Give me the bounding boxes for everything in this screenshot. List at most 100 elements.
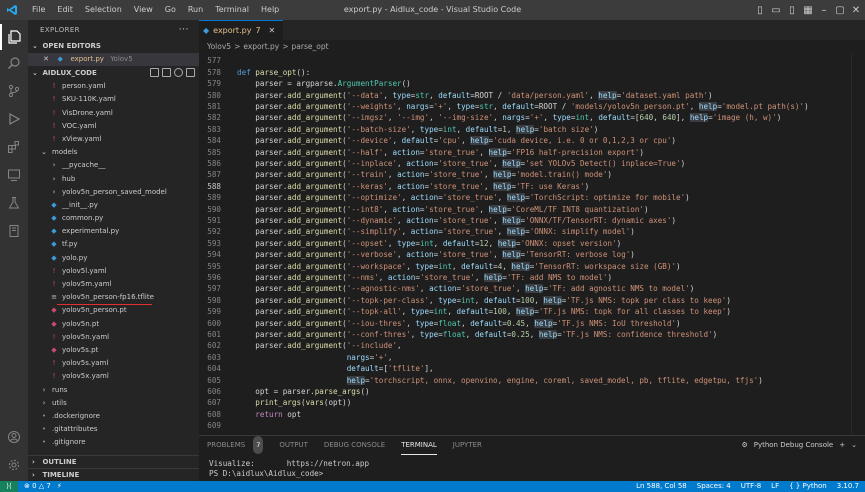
remote-indicator-icon[interactable]: ⟩⟨ [0,481,18,492]
tree-folder[interactable]: › utils [28,397,199,410]
tree-folder[interactable]: ⌄ models [28,146,199,159]
menu-item-go[interactable]: Go [159,0,182,20]
tree-file[interactable]: ◆ yolov5s.pt [28,344,199,357]
terminal-name[interactable]: Python Debug Console [754,441,834,449]
source-control-icon[interactable] [0,78,28,104]
settings-gear-icon[interactable] [0,452,28,478]
menu-item-selection[interactable]: Selection [79,0,128,20]
indentation[interactable]: Spaces: 4 [697,481,731,492]
open-editors-section[interactable]: ⌄ OPEN EDITORS [28,40,199,53]
code-line[interactable]: parser.add_argument('--topk-per-class', … [237,295,731,305]
tree-folder[interactable]: › __pycache__ [28,159,199,172]
tree-file[interactable]: ! yolov5m.yaml [28,278,199,291]
code-line[interactable]: parser.add_argument('--workspace', type=… [237,261,681,271]
panel-tab-problems[interactable]: PROBLEMS 7 [207,436,264,454]
tree-file[interactable]: ◆ __init__.py [28,199,199,212]
code-line[interactable]: print_args(vars(opt)) [237,398,351,407]
tree-folder[interactable]: › yolov5n_person_saved_model [28,186,199,199]
tree-file[interactable]: ◆ yolov5n.pt [28,318,199,331]
toggle-sidebar-icon[interactable]: ▯ [753,4,767,16]
layout-icon[interactable]: ▦ [801,4,815,16]
code-line[interactable]: parser.add_argument('--batch-size', type… [237,124,598,134]
code-line[interactable]: parser.add_argument('--simplify', action… [237,227,635,237]
code-line[interactable]: parser.add_argument('--agnostic-nms', ac… [237,284,694,294]
tree-file[interactable]: ! VisDrone.yaml [28,107,199,120]
tree-folder[interactable]: › runs [28,384,199,397]
code-line[interactable]: parser.add_argument('--nms', action='sto… [237,273,612,282]
tree-file[interactable]: ◆ common.py [28,212,199,225]
code-line[interactable]: parser.add_argument('--optimize', action… [237,193,690,203]
new-terminal-icon[interactable]: + [839,441,845,449]
code-line[interactable]: parser.add_argument('--weights', nargs='… [237,102,809,111]
breadcrumb-item[interactable]: export.py [243,42,279,51]
tree-file[interactable]: ! person.yaml [28,80,199,93]
toggle-panel-icon[interactable]: ▭ [769,4,783,16]
testing-icon[interactable] [0,190,28,216]
close-window-button[interactable]: ✕ [849,4,863,16]
code-line[interactable]: parser.add_argument('--iou-thres', type=… [237,318,681,328]
code-line[interactable]: return opt [237,410,301,419]
code-line[interactable]: parser.add_argument('--device', default=… [237,136,676,146]
tree-file[interactable]: ◆ yolo.py [28,252,199,265]
code-line[interactable]: default=['tflite'], [237,364,434,373]
menu-item-edit[interactable]: Edit [51,0,79,20]
open-editor-item[interactable]: ✕ ◆ export.py Yolov5 [28,53,199,67]
jupyter-icon[interactable] [0,218,28,244]
tab-export-py[interactable]: ◆ export.py 7 ✕ [199,20,284,41]
tree-file[interactable]: ≡ yolov5n_person-fp16.tflite [28,291,199,306]
terminal-output[interactable]: Visualize: https://netron.app PS D:\aidlu… [199,459,865,479]
code-line[interactable]: parser.add_argument('--train', action='s… [237,170,612,180]
extensions-icon[interactable] [0,134,28,160]
account-icon[interactable] [0,424,28,450]
tree-file[interactable]: • .dockerignore [28,410,199,423]
code-line[interactable]: parser.add_argument('--opset', type=int,… [237,238,621,248]
timeline-section[interactable]: › TIMELINE [28,468,199,481]
code-line[interactable]: opt = parser.parse_args() [237,387,369,396]
python-version[interactable]: 3.10.7 [837,481,859,492]
tree-file[interactable]: ◆ yolov5n_person.pt [28,304,199,317]
menu-item-run[interactable]: Run [182,0,209,20]
tree-file[interactable]: • .gitignore [28,436,199,449]
tree-file[interactable]: ! yolov5s.yaml [28,357,199,370]
code-line[interactable]: parser.add_argument('--imgsz', '--img', … [237,113,781,123]
cursor-position[interactable]: Ln 588, Col 58 [636,481,687,492]
explorer-icon[interactable] [0,24,28,50]
minimize-button[interactable]: – [817,4,831,16]
run-debug-icon[interactable] [0,106,28,132]
line-ending[interactable]: LF [771,481,779,492]
tree-file[interactable]: ! xView.yaml [28,133,199,146]
code-line[interactable]: parser.add_argument('--verbose', action=… [237,250,635,260]
code-line[interactable]: parser = argparse.ArgumentParser() [237,79,410,88]
errors-indicator[interactable]: ⊗ 0 △ 7 [24,481,51,492]
remote-explorer-icon[interactable] [0,162,28,188]
breadcrumb-item[interactable]: parse_opt [292,42,329,51]
refresh-icon[interactable] [174,68,183,78]
more-actions-icon[interactable]: ⋯ [179,20,189,40]
new-file-icon[interactable] [150,68,159,78]
close-tab-icon[interactable]: ✕ [269,21,276,41]
menu-item-view[interactable]: View [128,0,159,20]
tree-file[interactable]: ◆ experimental.py [28,225,199,238]
panel-tab-jupyter[interactable]: JUPYTER [453,436,482,454]
panel-tab-terminal[interactable]: TERMINAL [401,436,437,455]
code-line[interactable]: parser.add_argument('--data', type=str, … [237,90,713,100]
code-line[interactable]: parser.add_argument('--half', action='st… [237,147,644,157]
code-line[interactable]: def parse_opt(): [237,68,310,77]
workspace-section[interactable]: ⌄ AIDLUX_CODE [28,67,199,80]
tree-file[interactable]: ◆ tf.py [28,238,199,251]
panel-tab-debug-console[interactable]: DEBUG CONSOLE [324,436,385,454]
code-line[interactable]: parser.add_argument('--int8', action='st… [237,204,649,214]
new-folder-icon[interactable] [162,68,171,78]
code-line[interactable]: parser.add_argument('--conf-thres', type… [237,330,717,339]
tree-file[interactable]: ! SKU-110K.yaml [28,93,199,106]
search-icon[interactable] [0,50,28,76]
code-line[interactable]: parser.add_argument('--inplace', action=… [237,159,685,168]
tree-file[interactable]: • .gitattributes [28,423,199,436]
outline-section[interactable]: › OUTLINE [28,455,199,468]
collapse-all-icon[interactable] [186,68,195,78]
code-editor[interactable]: 576 577578 def parse_opt(): 579 parser = ar… [199,53,865,435]
language-mode[interactable]: { } Python [789,481,827,492]
vertical-scrollbar[interactable] [851,53,865,435]
code-line[interactable]: help='torchscript, onnx, openvino, engin… [237,375,763,385]
chevron-down-icon[interactable]: ⌄ [851,441,857,449]
